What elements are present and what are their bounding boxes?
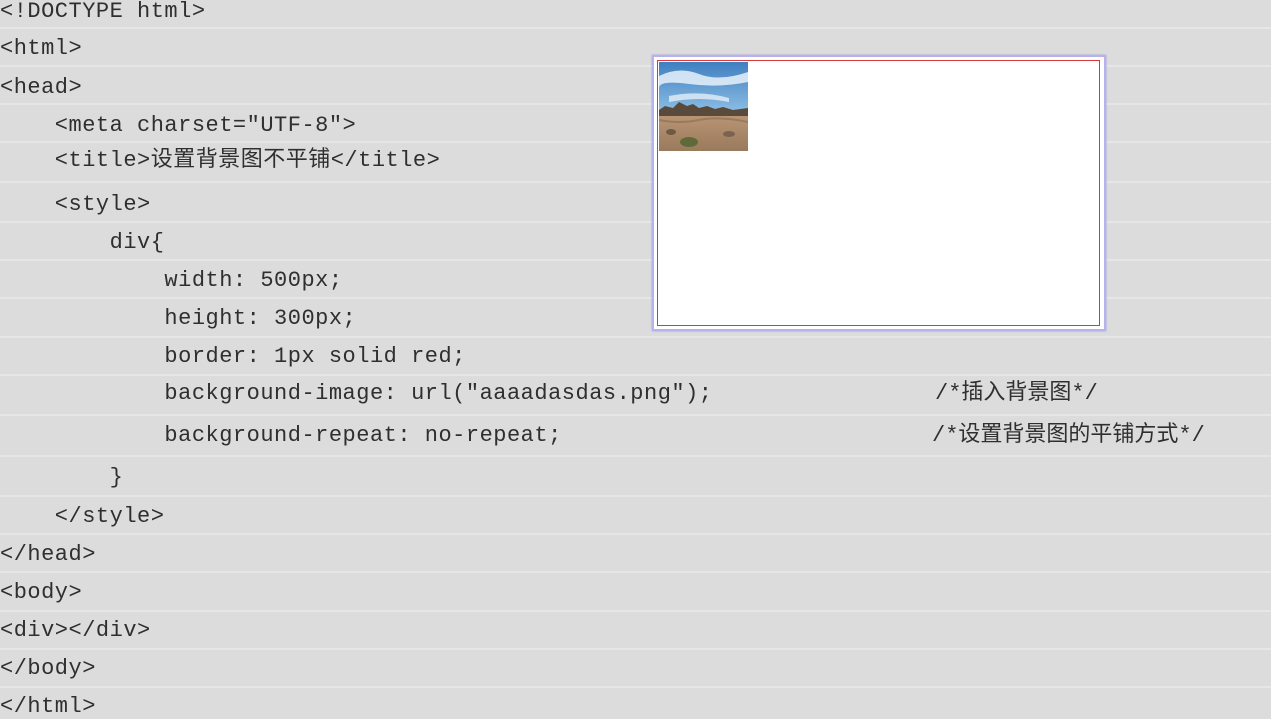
code-line-html-open: <html> — [0, 36, 83, 61]
code-line-body-close: </body> — [0, 656, 96, 681]
code-line-width: width: 500px; — [0, 268, 343, 293]
code-line-head-close: </head> — [0, 542, 96, 567]
comment-repeat-mode: /*设置背景图的平铺方式*/ — [932, 423, 1205, 448]
code-line-html-close: </html> — [0, 694, 96, 719]
code-line-title: <title>设置背景图不平铺</title> — [0, 148, 441, 173]
code-line-meta: <meta charset="UTF-8"> — [0, 113, 357, 138]
desert-background-image — [659, 62, 748, 151]
code-line-style-close: </style> — [0, 504, 165, 529]
code-line-div-element: <div></div> — [0, 618, 151, 643]
code-line-background-image: background-image: url("aaaadasdas.png"); — [0, 381, 713, 406]
code-line-doctype: <!DOCTYPE html> — [0, 0, 206, 24]
code-line-border: border: 1px solid red; — [0, 344, 466, 369]
code-line-body-open: <body> — [0, 580, 83, 605]
code-line-head-open: <head> — [0, 75, 83, 100]
rendered-div-box — [657, 60, 1100, 326]
code-line-style-open: <style> — [0, 192, 151, 217]
code-line-background-repeat: background-repeat: no-repeat; — [0, 423, 562, 448]
code-line-brace-close: } — [0, 465, 124, 490]
code-line-height: height: 300px; — [0, 306, 357, 331]
code-line-div-selector: div{ — [0, 230, 165, 255]
comment-insert-background: /*插入背景图*/ — [935, 381, 1098, 406]
browser-preview — [652, 55, 1106, 331]
